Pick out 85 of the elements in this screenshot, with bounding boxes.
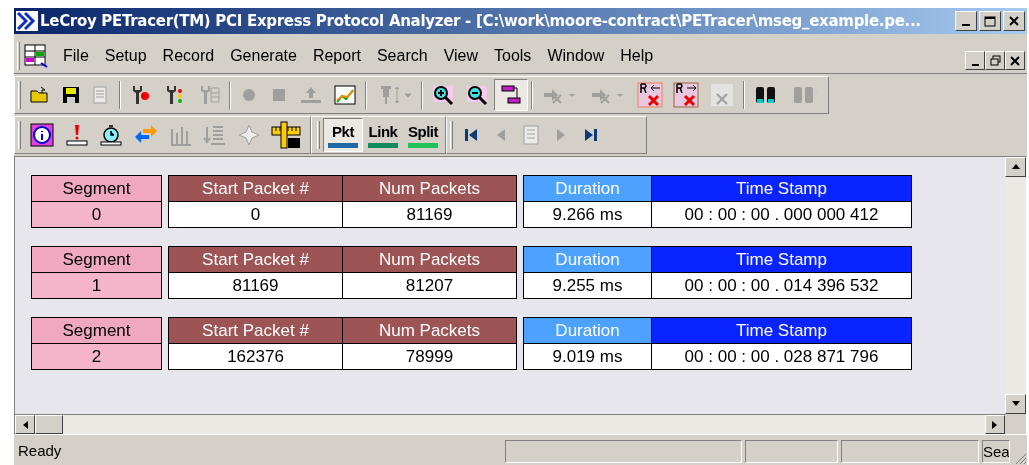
vertical-scrollbar[interactable] — [1005, 157, 1026, 434]
close-icon — [1010, 55, 1020, 66]
table-cell: 9.266 ms — [523, 201, 652, 228]
close-button[interactable] — [1005, 51, 1025, 70]
column-header: Duration — [523, 246, 652, 273]
view-toggle-button[interactable]: Link — [363, 118, 403, 152]
table-cell: 0 — [31, 201, 162, 228]
restore-button[interactable] — [985, 51, 1005, 70]
list-icon — [203, 123, 227, 147]
table-cell: 1 — [31, 272, 162, 299]
alert-icon — [65, 123, 89, 147]
scroll-left-icon — [22, 420, 28, 429]
document-grid-icon — [23, 42, 49, 69]
chart-icon — [333, 84, 357, 106]
column-header: Num Packets — [342, 175, 517, 202]
table-cell: 81169 — [342, 201, 517, 228]
close-button[interactable] — [1003, 11, 1025, 31]
star-icon — [237, 123, 261, 147]
table-cell: 162376 — [168, 343, 343, 370]
column-header: Time Stamp — [651, 317, 912, 344]
scroll-right-icon — [992, 420, 998, 429]
menu-item[interactable]: File — [55, 43, 97, 68]
remove-icon — [673, 82, 699, 108]
menu-item[interactable]: Tools — [486, 43, 540, 68]
resize-grip-icon — [1013, 451, 1027, 465]
column-header: Segment — [31, 246, 162, 273]
menu-item[interactable]: Search — [368, 43, 436, 68]
menu-item[interactable]: Window — [539, 43, 613, 68]
column-header: Start Packet # — [168, 175, 343, 202]
minimize-button[interactable] — [965, 51, 985, 70]
table-cell: 9.019 ms — [523, 343, 652, 370]
menu-item[interactable]: Setup — [96, 43, 155, 68]
menu-item[interactable]: View — [435, 43, 486, 68]
column-header: Duration — [523, 175, 652, 202]
close-icon — [1009, 16, 1019, 26]
column-header: Start Packet # — [168, 317, 343, 344]
menu-item[interactable]: Generate — [222, 43, 305, 68]
app-logo-icon — [16, 11, 38, 31]
maximize-icon — [984, 15, 996, 27]
ruler-icon — [271, 121, 301, 149]
table-cell: 00 : 00 : 00 . 014 396 532 — [651, 272, 912, 299]
column-header: Time Stamp — [651, 246, 912, 273]
table-cell: 0 — [168, 201, 343, 228]
minimize-icon — [971, 63, 979, 66]
window-title: LeCroy PETracer(TM) PCI Express Protocol Analyzer - [C:\work\moore-contract\PETracer\mseg_example.pe... — [40, 10, 922, 32]
upload-icon — [299, 85, 323, 105]
table-cell: 9.255 ms — [523, 272, 652, 299]
restore-icon — [989, 55, 1001, 66]
column-header: Start Packet # — [168, 246, 343, 273]
table-cell: 81169 — [168, 272, 343, 299]
scroll-up-icon — [1011, 164, 1020, 170]
stopwatch-icon — [99, 123, 123, 147]
toolbar-button[interactable] — [494, 79, 528, 111]
page-icon — [521, 124, 541, 146]
minimize-button[interactable] — [955, 11, 977, 31]
table-cell: 78999 — [342, 343, 517, 370]
view-toggle-button[interactable]: Split — [403, 118, 443, 152]
column-header: Segment — [31, 175, 162, 202]
table-cell: 2 — [31, 343, 162, 370]
wrap-icon — [499, 83, 523, 107]
scroll-thumb[interactable] — [35, 415, 63, 434]
zoom-out-icon — [465, 83, 489, 107]
table-cell: 00 : 00 : 00 . 000 000 412 — [651, 201, 912, 228]
column-header: Duration — [523, 317, 652, 344]
table-cell: 00 : 00 : 00 . 028 871 796 — [651, 343, 912, 370]
minimize-icon — [962, 24, 970, 26]
maximize-button[interactable] — [979, 11, 1001, 31]
table-cell: 81207 — [342, 272, 517, 299]
status-pane: Sea — [982, 439, 1010, 463]
column-header: Segment — [31, 317, 162, 344]
zoom-in-icon — [431, 83, 455, 107]
view-toggle-button[interactable]: Pkt — [323, 118, 363, 152]
menu-item[interactable]: Report — [304, 43, 369, 68]
grid-icon — [709, 82, 735, 108]
column-header: Num Packets — [342, 246, 517, 273]
column-header: Num Packets — [342, 317, 517, 344]
folder-icon — [29, 85, 51, 105]
menu-item[interactable]: Help — [612, 43, 662, 68]
info-icon — [29, 122, 55, 148]
menu-item[interactable]: Record — [154, 43, 223, 68]
column-header: Time Stamp — [651, 175, 912, 202]
scroll-down-icon — [1011, 401, 1020, 407]
horizontal-scrollbar[interactable] — [15, 414, 1005, 434]
remove-icon — [637, 82, 663, 108]
status-text: Ready — [17, 440, 63, 461]
